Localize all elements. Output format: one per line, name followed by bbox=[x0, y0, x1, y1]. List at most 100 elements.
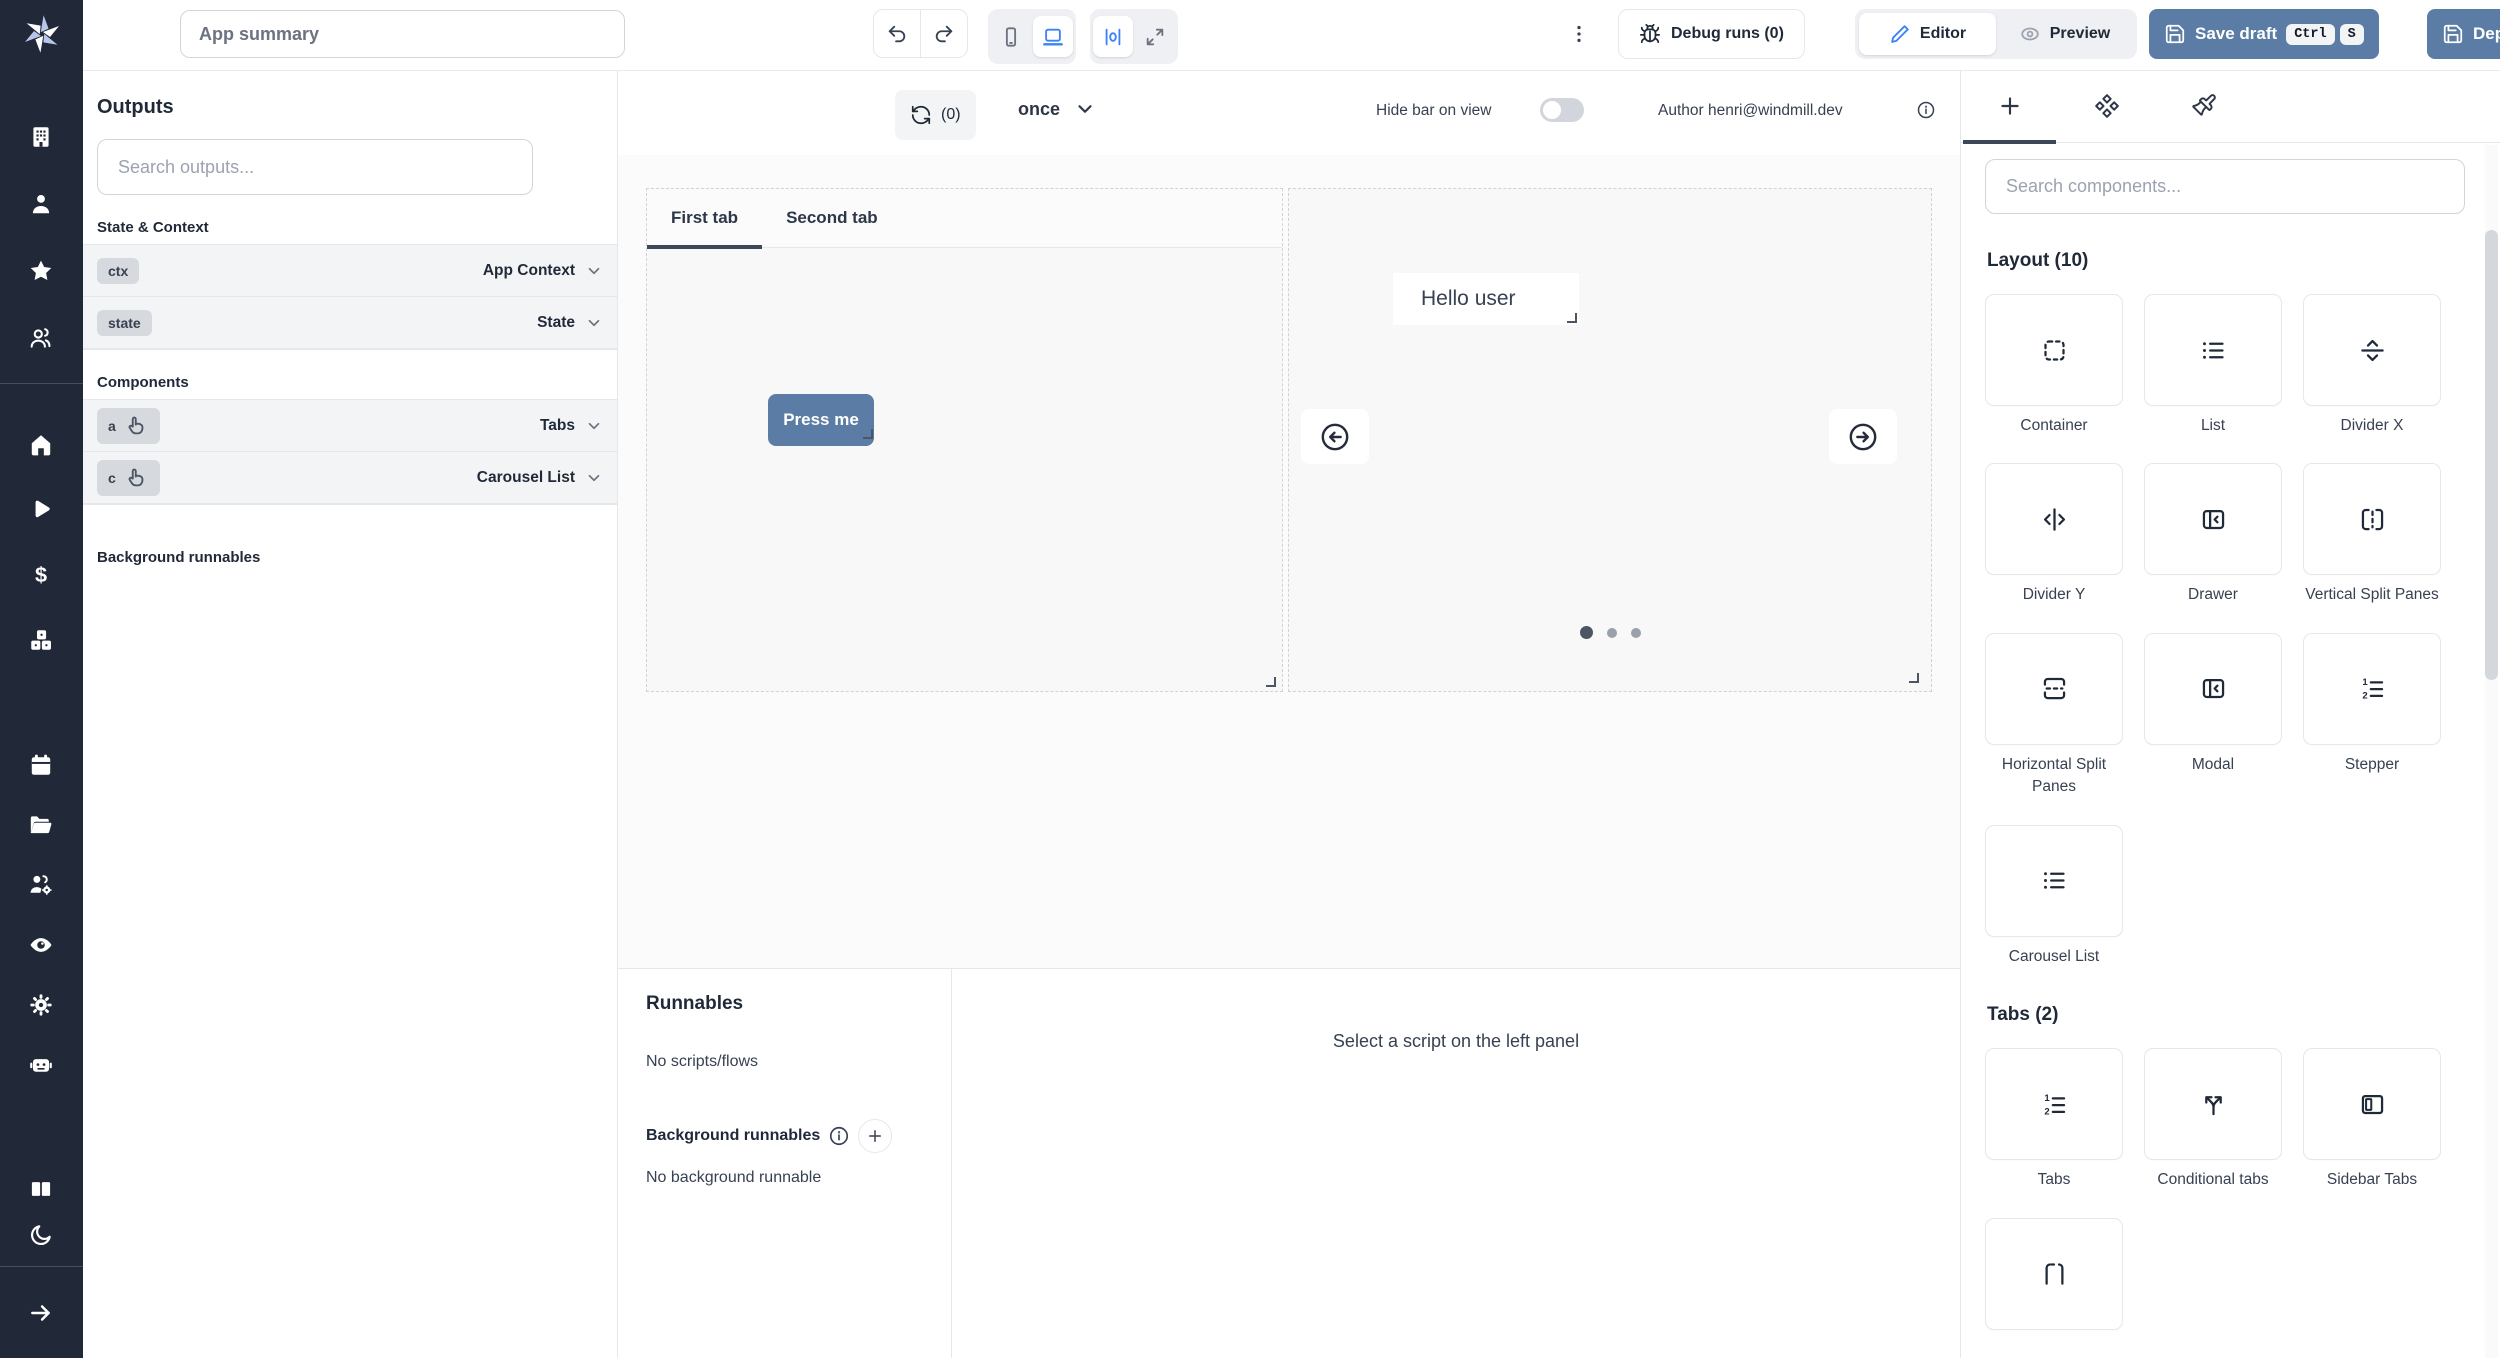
component-row-c[interactable]: c Carousel List bbox=[83, 451, 617, 504]
chevron-down-icon[interactable] bbox=[585, 262, 603, 280]
sidebar-dollar-icon[interactable]: $ bbox=[28, 562, 54, 588]
sidebar-star-icon[interactable] bbox=[28, 258, 54, 284]
component-card-divider-y[interactable]: Divider Y bbox=[1985, 463, 2123, 606]
add-background-runnable-button[interactable] bbox=[858, 1119, 892, 1153]
sidebar-users-icon[interactable] bbox=[28, 325, 54, 351]
bug-icon bbox=[1639, 23, 1661, 45]
sidebar-home-icon[interactable] bbox=[28, 432, 54, 458]
button-resize-handle[interactable] bbox=[863, 429, 873, 439]
hide-bar-toggle[interactable] bbox=[1540, 98, 1584, 122]
canvas-tab-0[interactable]: First tab bbox=[647, 189, 762, 247]
sidebar-books-icon[interactable] bbox=[28, 1176, 54, 1202]
component-card-modal[interactable]: Modal bbox=[2144, 633, 2282, 799]
canvas-toolbar: (0) once Hide bar on view Author henri@w… bbox=[618, 70, 1960, 155]
windmill-logo[interactable] bbox=[20, 12, 64, 56]
component-card-carousel-list[interactable]: Carousel List bbox=[1985, 825, 2123, 968]
component-card-drawer[interactable]: Drawer bbox=[2144, 463, 2282, 606]
save-draft-button[interactable]: Save draft CtrlS bbox=[2149, 9, 2379, 59]
more-menu-button[interactable] bbox=[1566, 16, 1592, 52]
canvas-tab-1[interactable]: Second tab bbox=[762, 189, 902, 247]
sidebar-gear-icon[interactable] bbox=[28, 992, 54, 1018]
carousel-dot-0[interactable] bbox=[1580, 626, 1593, 639]
desktop-view-button[interactable] bbox=[1033, 16, 1073, 57]
sidebar-play-icon[interactable] bbox=[28, 497, 54, 523]
mobile-view-button[interactable] bbox=[991, 16, 1031, 57]
chevron-down-icon[interactable] bbox=[585, 417, 603, 435]
press-me-button[interactable]: Press me bbox=[768, 394, 874, 446]
section-title: Tabs (2) bbox=[1987, 1004, 2500, 1026]
component-card-container[interactable]: Container bbox=[1985, 294, 2123, 437]
drawer-icon bbox=[2200, 506, 2227, 533]
component-settings-tab[interactable] bbox=[2058, 70, 2155, 142]
sidebar-moon-icon[interactable] bbox=[28, 1222, 54, 1248]
search-outputs-input[interactable] bbox=[97, 139, 533, 195]
no-background-runnable-text: No background runnable bbox=[646, 1169, 951, 1187]
component-card-label: Container bbox=[2020, 415, 2087, 437]
app-canvas[interactable]: First tabSecond tab Press me Hello user bbox=[618, 155, 1960, 968]
component-card-stepper[interactable]: 12 Stepper bbox=[2303, 633, 2441, 799]
state-row-ctx[interactable]: ctx App Context bbox=[83, 244, 617, 296]
component-card-partial[interactable] bbox=[1985, 1218, 2123, 1330]
outputs-panel: Outputs State & Context ctx App Context … bbox=[83, 70, 618, 1358]
sidebar-cubes-icon[interactable] bbox=[28, 627, 54, 653]
scrollbar-thumb[interactable] bbox=[2485, 230, 2498, 680]
component-card-horizontal-split-panes[interactable]: Horizontal Split Panes bbox=[1985, 633, 2123, 799]
undo-button[interactable] bbox=[874, 10, 920, 57]
sidebar-folder-icon[interactable] bbox=[28, 812, 54, 838]
preview-tab[interactable]: Preview bbox=[1996, 13, 2133, 55]
deploy-button[interactable]: Deploy bbox=[2427, 9, 2500, 59]
component-card-tabs[interactable]: 12 Tabs bbox=[1985, 1048, 2123, 1191]
refresh-count: (0) bbox=[941, 106, 961, 124]
sidebar-calendar-icon[interactable] bbox=[28, 752, 54, 778]
component-card-divider-x[interactable]: Divider X bbox=[2303, 294, 2441, 437]
smartphone-icon bbox=[1000, 26, 1022, 48]
sidebar-building-icon[interactable] bbox=[28, 124, 54, 150]
app-summary-input[interactable] bbox=[180, 10, 625, 58]
carousel-resize-handle[interactable] bbox=[1909, 673, 1919, 683]
insert-component-tab[interactable] bbox=[1961, 70, 2058, 142]
component-card-sidebar-tabs[interactable]: Sidebar Tabs bbox=[2303, 1048, 2441, 1191]
chevron-down-icon[interactable] bbox=[585, 469, 603, 487]
sidebar-divider bbox=[0, 1266, 83, 1267]
output-id-badge: c bbox=[97, 460, 160, 496]
refresh-button[interactable]: (0) bbox=[895, 90, 976, 140]
sidebar-eye-icon[interactable] bbox=[28, 932, 54, 958]
sidebar-arrow-right-icon[interactable] bbox=[28, 1300, 54, 1326]
svg-text:1: 1 bbox=[2044, 1093, 2050, 1104]
tabs-component[interactable]: First tabSecond tab Press me bbox=[646, 188, 1283, 692]
tabs-resize-handle[interactable] bbox=[1266, 677, 1276, 687]
state-row-state[interactable]: state State bbox=[83, 296, 617, 349]
component-card-vertical-split-panes[interactable]: Vertical Split Panes bbox=[2303, 463, 2441, 606]
carousel-component[interactable]: Hello user bbox=[1288, 188, 1932, 692]
output-id-badge: state bbox=[97, 310, 152, 336]
carousel-prev-button[interactable] bbox=[1301, 409, 1369, 464]
deploy-label: Deploy bbox=[2473, 24, 2500, 44]
theme-tab[interactable] bbox=[2155, 70, 2252, 142]
hand-pointer-icon bbox=[123, 413, 149, 439]
carousel-dot-2[interactable] bbox=[1631, 628, 1641, 638]
sidebar-robot-icon[interactable] bbox=[28, 1052, 54, 1078]
debug-runs-button[interactable]: Debug runs (0) bbox=[1618, 9, 1805, 59]
search-components-input[interactable] bbox=[1985, 159, 2465, 214]
schedule-mode-dropdown[interactable]: once bbox=[1018, 98, 1096, 120]
kbd-ctrl: Ctrl bbox=[2286, 24, 2334, 45]
fullwidth-canvas-button[interactable] bbox=[1135, 16, 1175, 57]
text-component[interactable]: Hello user bbox=[1393, 273, 1579, 325]
sidebar-tabs-icon bbox=[2359, 1091, 2386, 1118]
eye-icon bbox=[2019, 23, 2041, 45]
info-icon[interactable] bbox=[1916, 100, 1936, 120]
carousel-dot-1[interactable] bbox=[1607, 628, 1617, 638]
carousel-next-button[interactable] bbox=[1829, 409, 1897, 464]
chevron-down-icon[interactable] bbox=[585, 314, 603, 332]
center-canvas-button[interactable] bbox=[1093, 16, 1133, 57]
component-row-a[interactable]: a Tabs bbox=[83, 399, 617, 451]
redo-button[interactable] bbox=[920, 10, 967, 57]
sidebar-user-icon[interactable] bbox=[28, 191, 54, 217]
component-card-conditional-tabs[interactable]: Conditional tabs bbox=[2144, 1048, 2282, 1191]
text-resize-handle[interactable] bbox=[1567, 313, 1577, 323]
editor-tab[interactable]: Editor bbox=[1859, 13, 1996, 55]
sidebar-users-gear-icon[interactable] bbox=[28, 872, 54, 898]
undo-redo-group bbox=[873, 9, 968, 58]
components-scrollbar[interactable] bbox=[2485, 145, 2498, 1358]
component-card-list[interactable]: List bbox=[2144, 294, 2282, 437]
